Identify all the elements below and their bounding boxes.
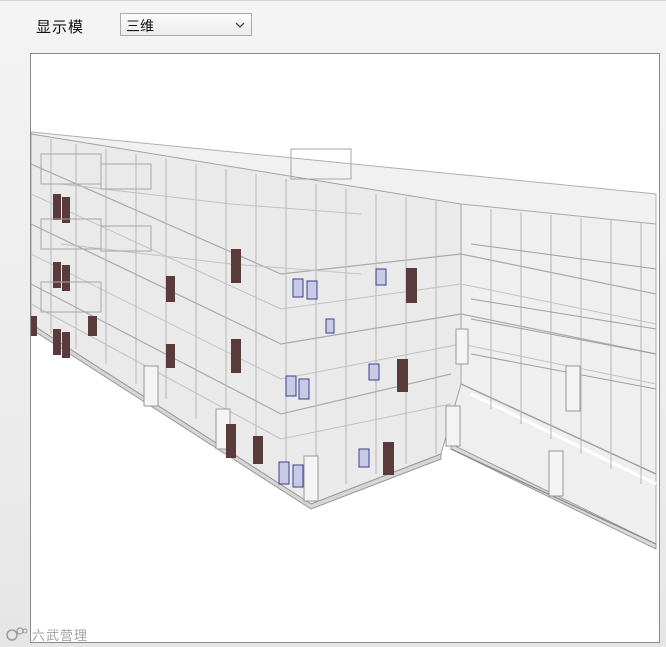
column xyxy=(445,405,461,447)
door xyxy=(383,442,394,475)
door xyxy=(166,344,175,368)
window xyxy=(285,375,297,397)
window xyxy=(292,278,304,298)
door xyxy=(166,276,175,302)
door xyxy=(231,249,241,283)
window xyxy=(375,268,387,286)
window xyxy=(278,461,290,485)
door xyxy=(88,316,97,336)
window xyxy=(325,318,335,334)
door xyxy=(406,268,417,303)
door xyxy=(53,262,61,288)
chevron-down-icon xyxy=(235,22,245,28)
window-top-border xyxy=(0,0,666,1)
column xyxy=(303,455,319,502)
display-mode-label: 显示模 xyxy=(36,18,85,36)
column xyxy=(565,365,581,412)
column xyxy=(143,365,159,407)
column xyxy=(548,450,564,497)
window xyxy=(292,464,304,488)
window xyxy=(306,280,318,300)
window xyxy=(358,448,370,468)
watermark-text: 六武营理 xyxy=(32,628,89,644)
door xyxy=(53,329,61,355)
door xyxy=(31,316,37,336)
door xyxy=(253,436,263,464)
watermark: 六武营理 xyxy=(6,624,88,644)
bim-logo-icon xyxy=(6,627,28,641)
window xyxy=(368,363,380,381)
column xyxy=(455,328,469,365)
door xyxy=(397,359,408,392)
door xyxy=(231,339,241,373)
door xyxy=(53,194,61,220)
window xyxy=(298,378,310,400)
building-3d-model xyxy=(31,131,657,550)
display-mode-dropdown[interactable]: 三维 xyxy=(120,13,252,36)
door xyxy=(62,265,70,291)
display-mode-selected-value: 三维 xyxy=(126,19,154,35)
door xyxy=(62,332,70,358)
door xyxy=(226,424,236,458)
3d-model-viewport[interactable] xyxy=(30,53,660,643)
